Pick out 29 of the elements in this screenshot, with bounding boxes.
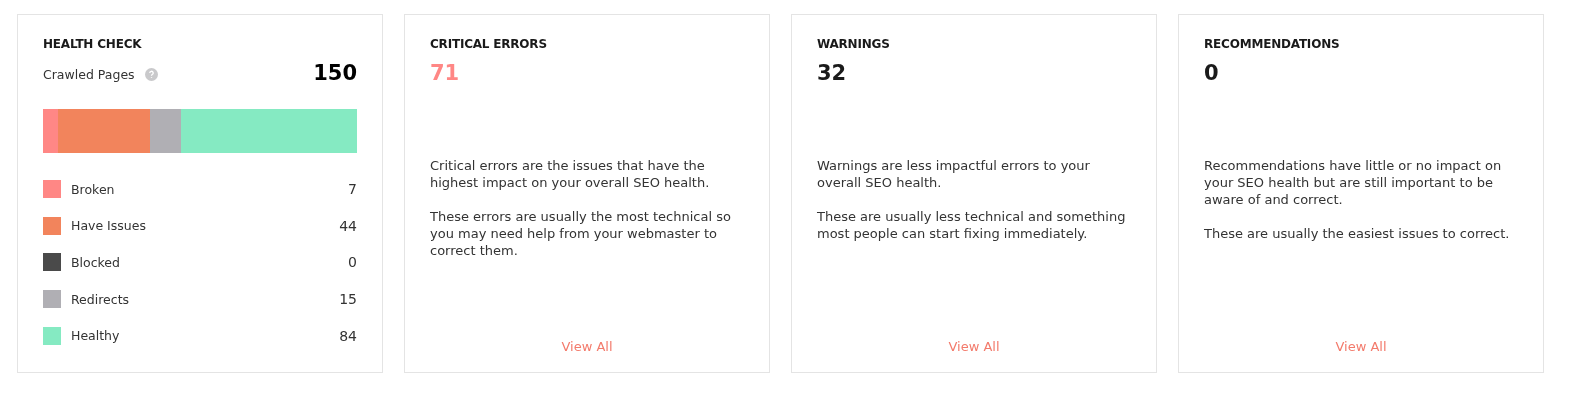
- legend-label: Healthy: [71, 328, 121, 344]
- issue-count: 0: [1204, 61, 1220, 85]
- issue-count: 71: [430, 61, 461, 85]
- card-title: CRITICAL ERRORS: [430, 37, 548, 51]
- legend-label: Have Issues: [71, 218, 147, 234]
- description-text: Recommendations have little or no impact on your SEO health but are still important to be aware of and correct.: [1204, 157, 1503, 208]
- legend-label: Broken: [71, 181, 116, 197]
- legend-count: 44: [339, 217, 357, 234]
- legend-count: 84: [339, 327, 357, 344]
- issue-count: 32: [817, 61, 848, 85]
- card-title: RECOMMENDATIONS: [1204, 37, 1341, 51]
- help-icon[interactable]: [144, 67, 158, 81]
- view-all-link[interactable]: View All: [1335, 339, 1387, 354]
- crawled-count: 150: [313, 61, 357, 85]
- legend-count: 0: [348, 254, 357, 271]
- description-text: Warnings are less impactful errors to your overall SEO health.: [817, 157, 1091, 191]
- legend-label: Redirects: [71, 291, 131, 307]
- view-all-link[interactable]: View All: [561, 339, 613, 354]
- description-text: These errors are usually the most technical so you may need help from your webmaster to correct them.: [430, 208, 732, 259]
- description-text: These are usually less technical and something most people can start fixing immediately.: [817, 208, 1127, 242]
- card-title: HEALTH CHECK: [43, 37, 143, 51]
- view-all-link[interactable]: View All: [948, 339, 1000, 354]
- crawled-pages-label: Crawled Pages: [43, 66, 135, 82]
- legend-label: Blocked: [71, 254, 121, 270]
- description-text: Critical errors are the issues that have the highest impact on your overall SEO health.: [430, 157, 711, 191]
- card-title: WARNINGS: [817, 37, 891, 51]
- legend-count: 7: [348, 181, 357, 198]
- description-text: These are usually the easiest issues to correct.: [1204, 225, 1511, 242]
- legend-count: 15: [339, 291, 357, 308]
